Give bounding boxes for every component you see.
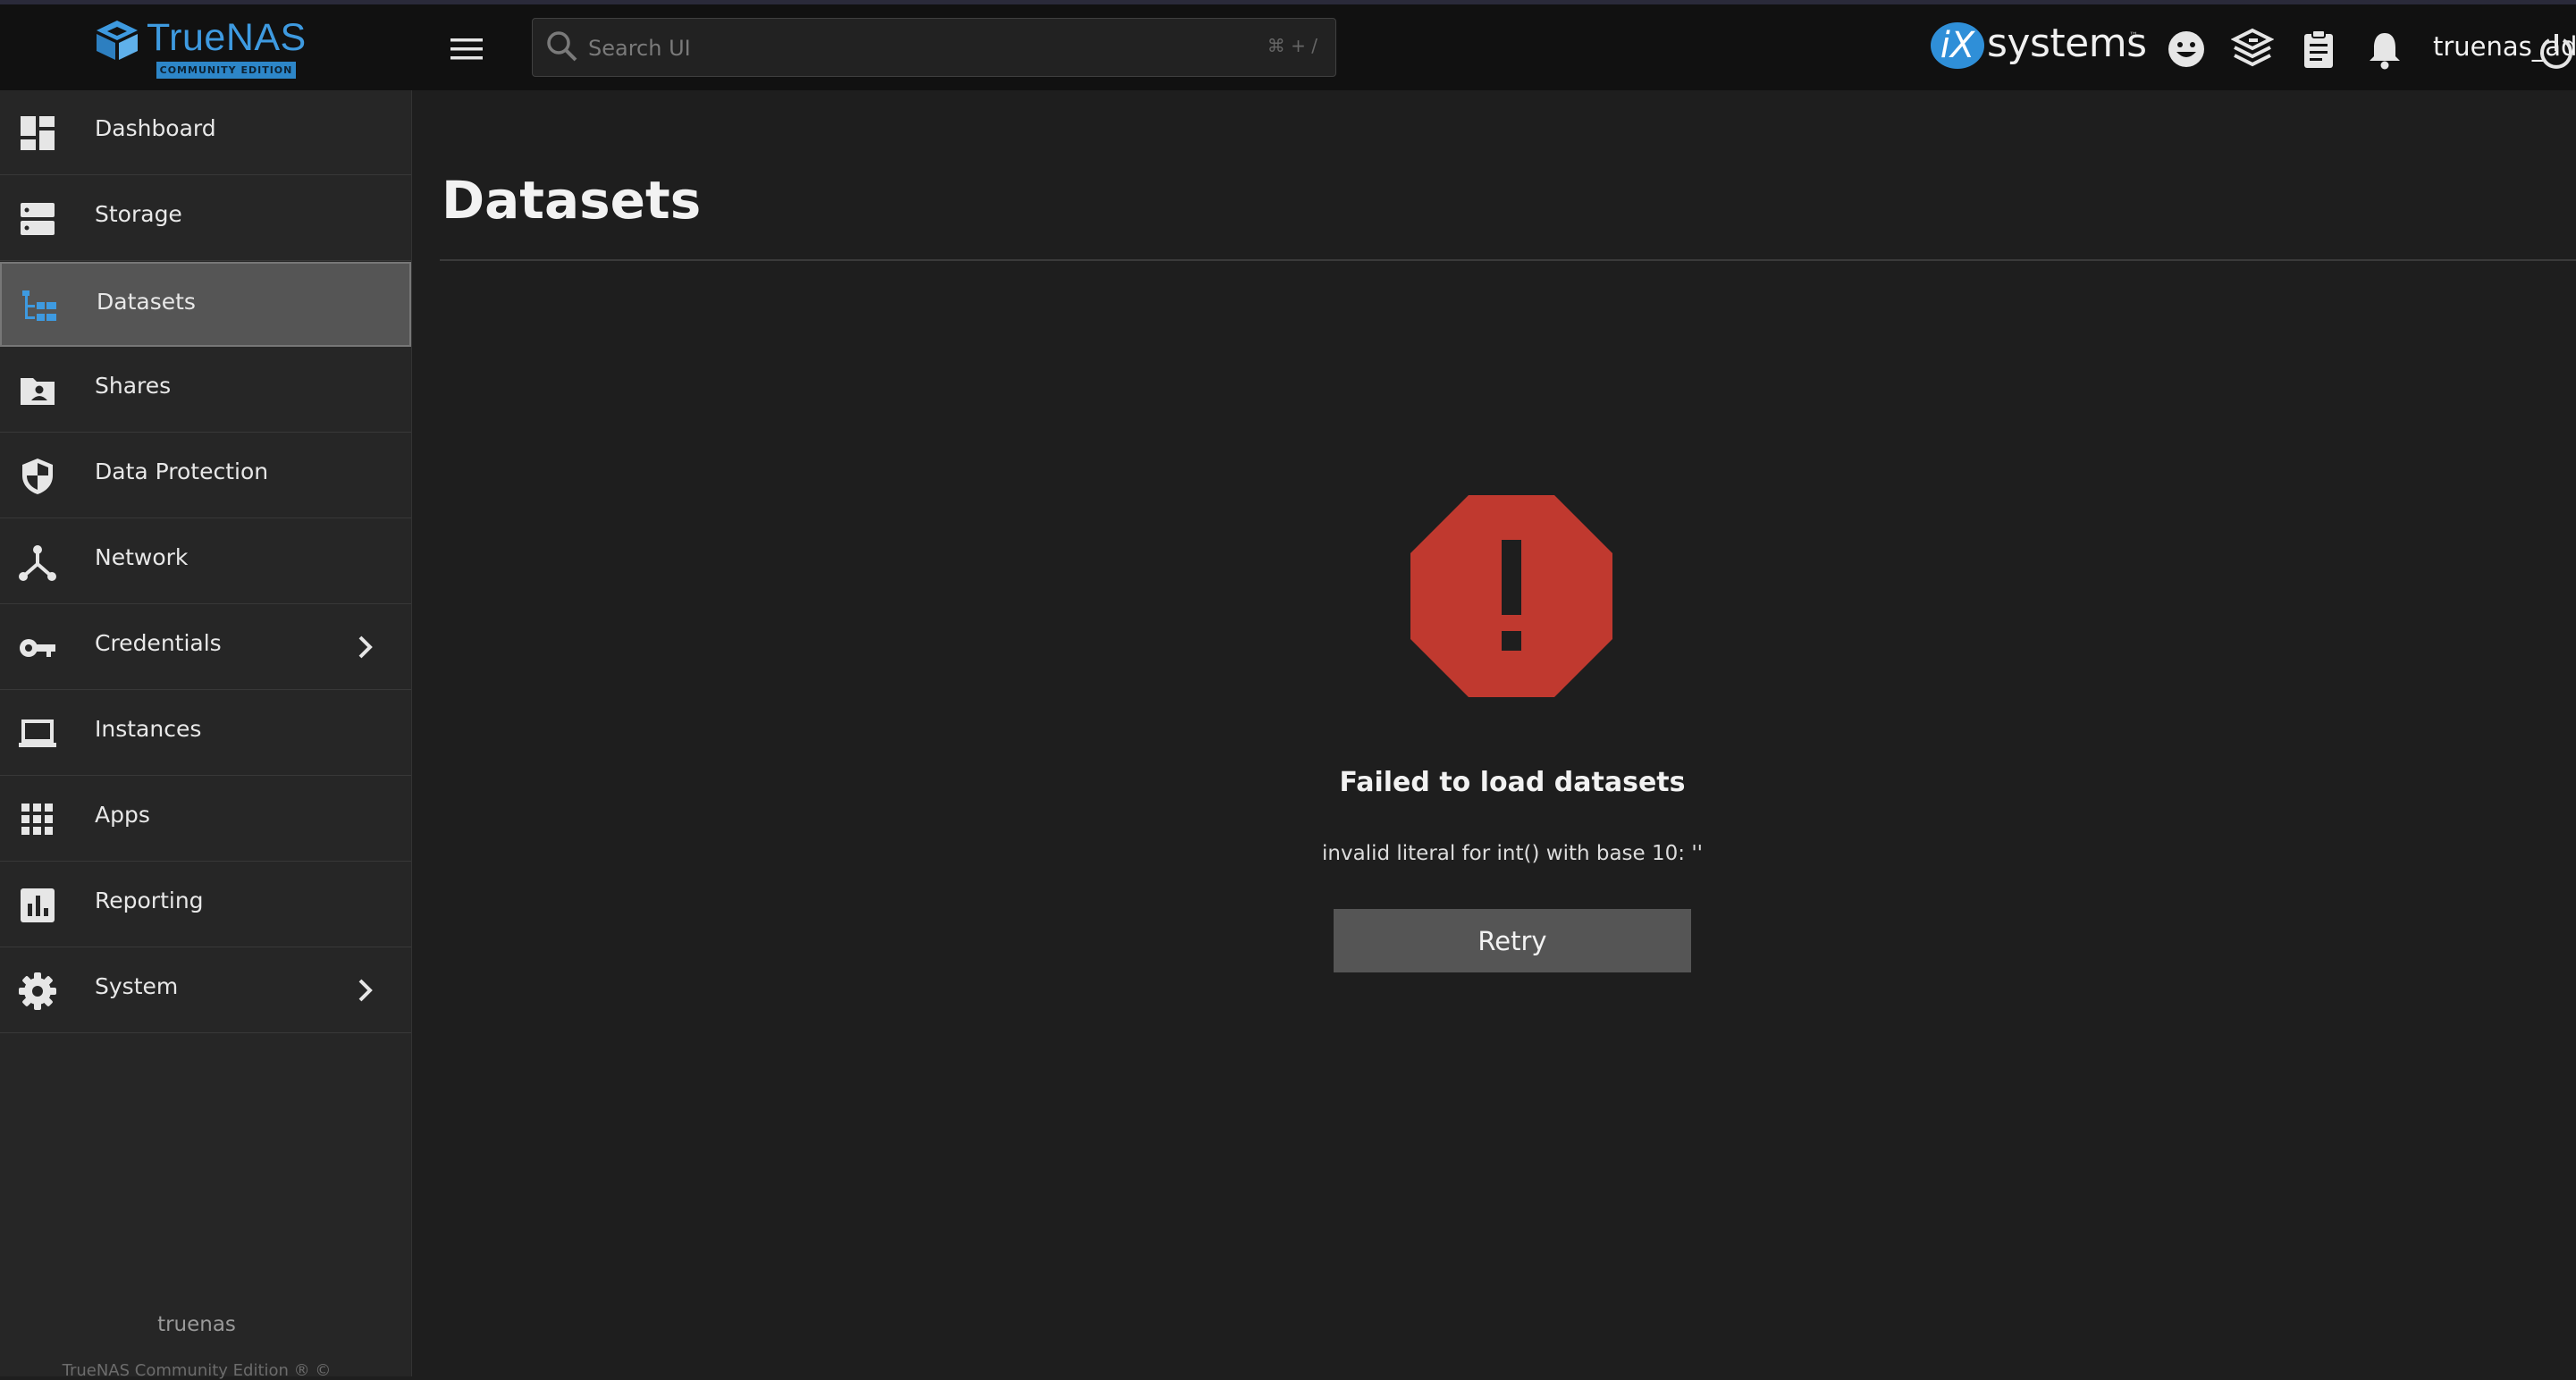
sidebar-item-label: Reporting [95, 888, 204, 913]
jobs-clipboard-icon [2304, 29, 2333, 68]
sidebar-item-label: Apps [95, 802, 150, 828]
brand-edition: COMMUNITY EDITION [156, 62, 296, 79]
menu-toggle-button[interactable] [443, 29, 490, 69]
notifications-bell-icon [2370, 33, 2400, 70]
search-shortcut-hint: ⌘ + / [1267, 35, 1317, 56]
sidebar-item-storage[interactable]: Storage [0, 176, 411, 261]
sidebar-item-datasets[interactable]: Datasets [0, 262, 411, 347]
error-message: invalid literal for int() with base 10: … [1322, 842, 1703, 865]
ix-logo-trademark: ™ [2129, 31, 2138, 41]
title-divider [440, 259, 2576, 261]
hostname: truenas [157, 1313, 236, 1336]
sidebar-item-instances[interactable]: Instances [0, 691, 411, 776]
datasets-icon [22, 290, 56, 321]
apps-grid-icon [21, 804, 53, 835]
truenas-logo[interactable]: TrueNAS COMMUNITY EDITION [93, 15, 307, 81]
network-icon [19, 545, 56, 581]
dashboard-icon [21, 116, 55, 150]
shares-folder-icon [21, 378, 55, 405]
error-octagon-icon [1410, 495, 1612, 697]
brand-name: TrueNAS [147, 16, 307, 59]
feedback-button[interactable] [2165, 28, 2208, 71]
notifications-button[interactable] [2363, 28, 2406, 71]
ix-logo-mark: iX [1931, 22, 1984, 69]
sidebar-item-dashboard[interactable]: Dashboard [0, 90, 411, 175]
sidebar-item-apps[interactable]: Apps [0, 777, 411, 862]
error-title: Failed to load datasets [1339, 767, 1686, 798]
sidebar-item-label: Credentials [95, 630, 222, 656]
gear-icon [19, 972, 56, 1010]
retry-button[interactable]: Retry [1334, 909, 1691, 972]
sidebar: Dashboard Storage Datasets Shares Data P… [0, 90, 412, 1380]
power-icon[interactable] [2537, 31, 2576, 71]
sidebar-item-label: Dashboard [95, 115, 216, 141]
sidebar-item-label: Datasets [97, 289, 196, 315]
search-icon [547, 31, 577, 62]
search-box[interactable]: ⌘ + / [532, 18, 1336, 77]
chevron-right-icon [358, 635, 373, 659]
sidebar-item-label: Shares [95, 373, 172, 399]
truecommand-button[interactable] [2230, 28, 2275, 71]
sidebar-item-data-protection[interactable]: Data Protection [0, 433, 411, 518]
truecommand-icon [2230, 28, 2275, 67]
sidebar-item-label: System [95, 973, 179, 999]
sidebar-item-reporting[interactable]: Reporting [0, 862, 411, 947]
truenas-logo-mark-icon [97, 21, 138, 60]
shield-icon [22, 459, 53, 494]
reporting-chart-icon [21, 888, 55, 922]
sidebar-item-credentials[interactable]: Credentials [0, 605, 411, 690]
top-bar: TrueNAS COMMUNITY EDITION ⌘ + / iX syste… [0, 4, 2576, 90]
sidebar-item-network[interactable]: Network [0, 519, 411, 604]
sidebar-item-label: Network [95, 544, 189, 570]
sidebar-item-label: Storage [95, 201, 182, 227]
search-input[interactable] [586, 28, 1216, 69]
feedback-icon [2168, 31, 2204, 67]
copyright-link[interactable]: TrueNAS Community Edition ® © [0, 1361, 393, 1380]
sidebar-item-system[interactable]: System [0, 948, 411, 1033]
ix-logo-text: systems [1987, 21, 2147, 66]
jobs-button[interactable] [2297, 28, 2340, 71]
sidebar-item-label: Data Protection [95, 459, 269, 484]
storage-icon [21, 203, 55, 235]
key-icon [20, 639, 55, 657]
ixsystems-logo[interactable]: iX systems ™ [1931, 19, 2147, 74]
page-title: Datasets [442, 170, 702, 231]
sidebar-item-shares[interactable]: Shares [0, 348, 411, 433]
chevron-right-icon [358, 979, 373, 1002]
menu-icon [450, 38, 483, 60]
laptop-icon [19, 719, 56, 747]
sidebar-item-label: Instances [95, 716, 202, 742]
